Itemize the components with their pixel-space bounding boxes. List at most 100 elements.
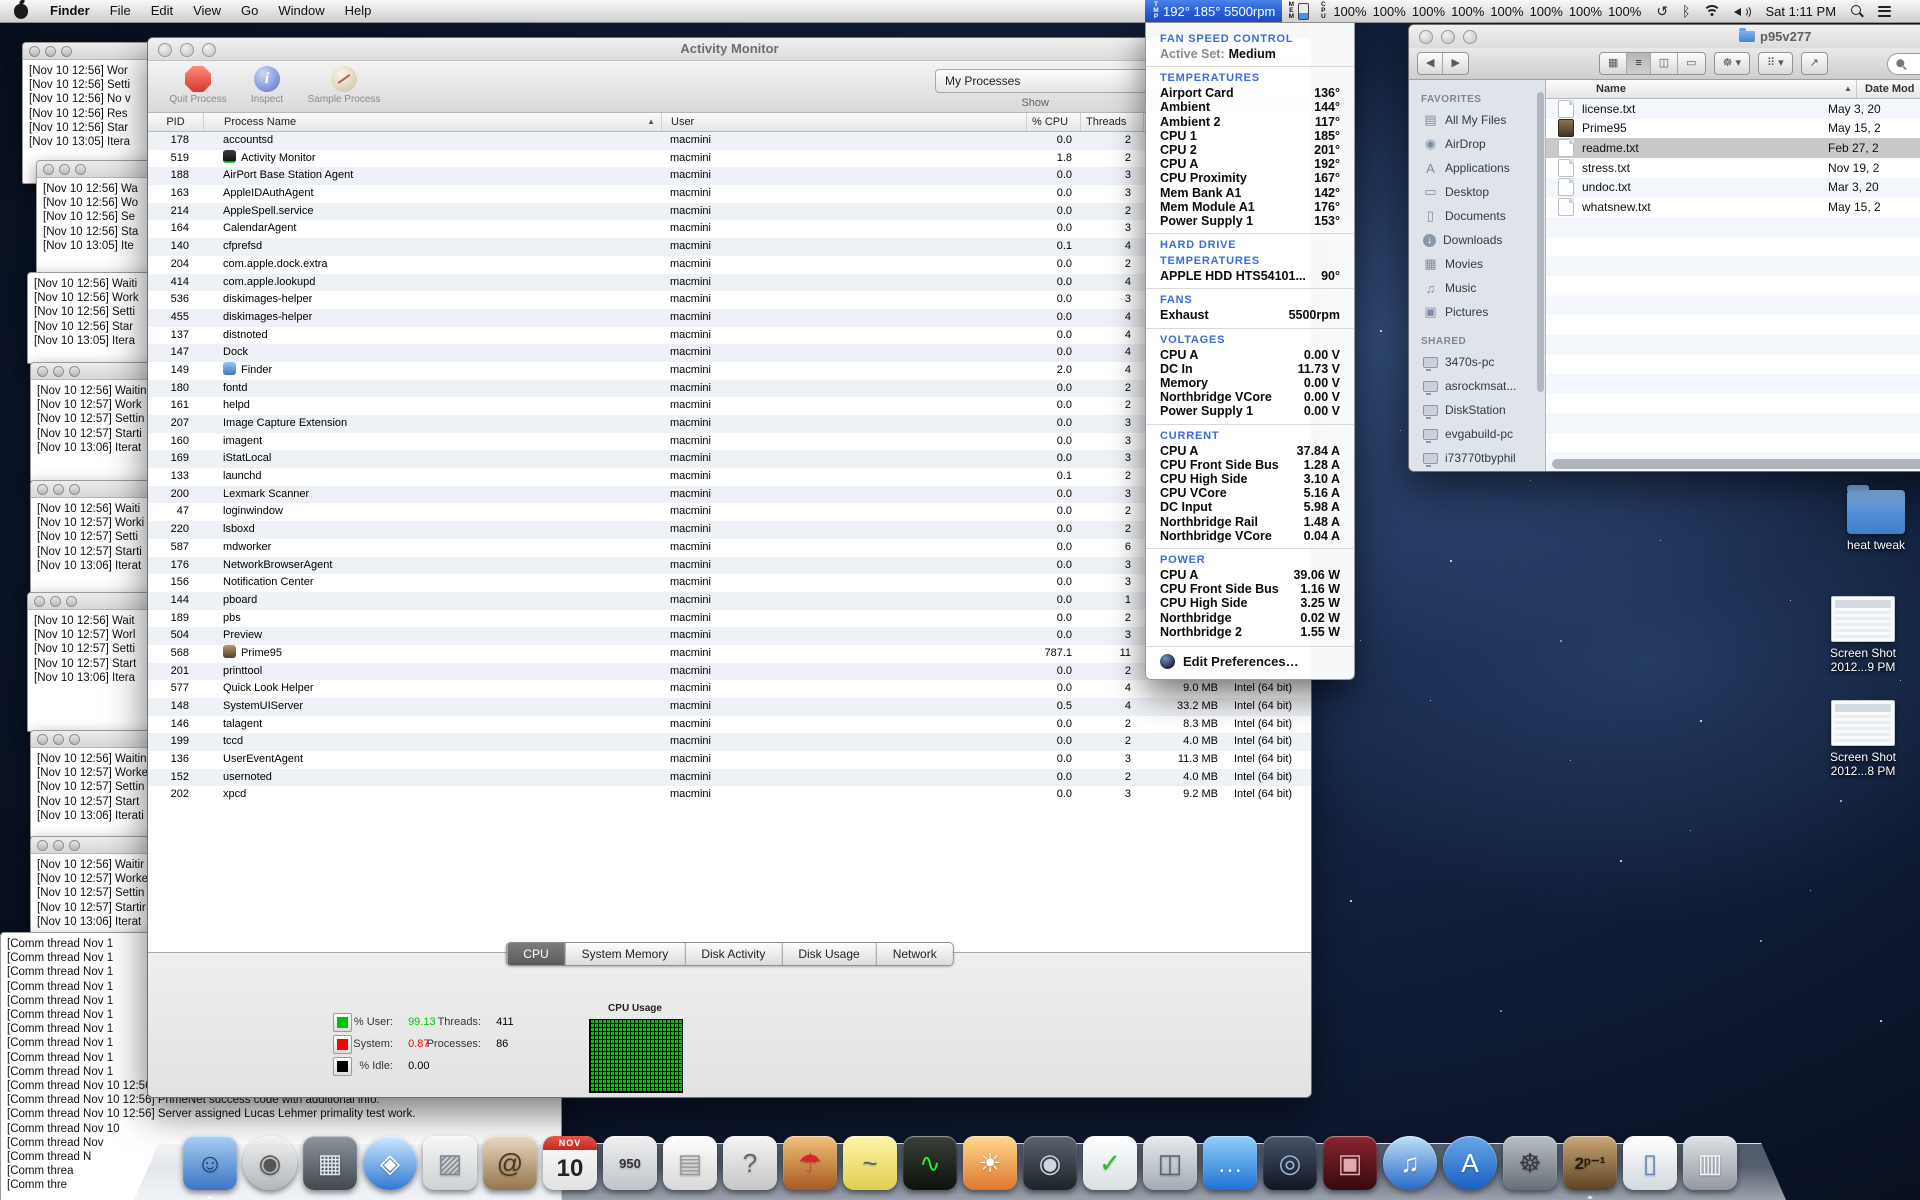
process-row[interactable]: 133 launchd macmini 0.1 2 [148,468,1311,486]
close-icon[interactable] [34,595,45,607]
process-row[interactable]: 148 SystemUIServer macmini 0.5 4 33.2 MB… [148,698,1311,716]
icon-view-button[interactable]: ▦ [1600,53,1626,74]
process-filter-dropdown[interactable]: My Processes [935,69,1161,93]
sidebar-item[interactable]: ▯ Documents [1409,204,1545,228]
sidebar-item[interactable]: ▣ Pictures [1409,300,1545,324]
menu-item[interactable]: View [183,0,231,22]
process-row[interactable]: 137 distnoted macmini 0.0 4 [148,327,1311,345]
forward-button[interactable]: ▶ [1442,53,1467,74]
edit-preferences-button[interactable]: Edit Preferences… [1146,646,1354,671]
sidebar-item[interactable]: A Applications [1409,156,1545,180]
stats-tab[interactable]: System Memory [564,943,685,965]
column-header-cpu[interactable]: % CPU [1026,113,1080,131]
dock-item[interactable]: ? [723,1136,777,1190]
zoom-icon[interactable] [69,365,80,377]
system-color-swatch[interactable] [333,1035,352,1054]
process-row[interactable]: 156 Notification Center macmini 0.0 3 [148,574,1311,592]
process-row[interactable]: 519 Activity Monitor macmini 1.8 2 [148,149,1311,168]
dock-item[interactable]: ▤ [663,1136,717,1190]
minimize-icon[interactable] [53,839,64,851]
process-row[interactable]: 189 pbs macmini 0.0 2 [148,610,1311,628]
close-icon[interactable] [37,733,48,745]
dock-item[interactable]: ☸ [1503,1136,1557,1190]
process-row[interactable]: 568 Prime95 macmini 787.1 11 [148,644,1311,663]
minimize-icon[interactable] [1441,30,1455,44]
fan-control-menu-extra[interactable]: TMP 192° 185° 5500rpm [1145,0,1283,22]
file-row[interactable]: readme.txt Feb 27, 2 [1546,138,1920,158]
process-row[interactable]: 188 AirPort Base Station Agent macmini 0… [148,167,1311,186]
column-header-threads[interactable]: Threads [1080,113,1143,131]
process-row[interactable]: 163 AppleIDAuthAgent macmini 0.0 3 [148,185,1311,203]
screenshot-file-icon[interactable] [1831,700,1895,746]
idle-color-swatch[interactable] [333,1057,352,1076]
inspect-button[interactable]: i Inspect [240,64,294,105]
process-row[interactable]: 146 talagent macmini 0.0 2 8.3 MB Intel … [148,716,1311,734]
zoom-icon[interactable] [1463,30,1477,44]
minimize-icon[interactable] [53,733,64,745]
wifi-icon[interactable] [1703,5,1722,17]
list-view-button[interactable]: ≡ [1626,53,1650,74]
column-header-pid[interactable]: PID [148,113,203,131]
dock-item[interactable]: ◉ [1023,1136,1077,1190]
minimize-icon[interactable] [53,483,64,495]
dock-item[interactable]: ☀ [963,1136,1017,1190]
menu-item[interactable]: Finder [40,0,100,22]
process-row[interactable]: 207 Image Capture Extension macmini 0.0 … [148,415,1311,433]
process-row[interactable]: 164 CalendarAgent macmini 0.0 3 [148,220,1311,238]
minimize-icon[interactable] [53,365,64,377]
coverflow-view-button[interactable]: ▭ [1677,53,1704,74]
arrange-icon[interactable]: ⠿ ▾ [1759,53,1792,74]
dock-item[interactable]: ◈ [363,1136,417,1190]
window-titlebar[interactable]: Activity Monitor [148,38,1311,61]
dock-item[interactable]: ◎ [1263,1136,1317,1190]
dock-item[interactable]: ∿ [903,1136,957,1190]
minimize-icon[interactable] [45,45,56,57]
column-header-date[interactable]: Date Mod [1856,80,1920,98]
minimize-icon[interactable] [59,163,70,175]
process-row[interactable]: 202 xpcd macmini 0.0 3 9.2 MB Intel (64 … [148,786,1311,804]
dock-item[interactable]: ▦ [303,1136,357,1190]
sample-process-button[interactable]: Sample Process [296,64,392,105]
stats-tab[interactable]: CPU [506,943,565,965]
close-icon[interactable] [37,365,48,377]
dock-item[interactable]: NOV 10 [543,1136,597,1190]
zoom-icon[interactable] [69,483,80,495]
folder-icon[interactable] [1847,485,1905,534]
file-row[interactable]: Prime95 May 15, 2 [1546,119,1920,139]
column-header-user[interactable]: User [661,113,1026,131]
active-set-row[interactable]: Active Set: Medium [1160,47,1340,61]
sidebar-item[interactable]: ▭ Desktop [1409,180,1545,204]
window-titlebar[interactable]: p95v277 [1409,25,1920,48]
menu-item[interactable]: Help [335,0,382,22]
process-row[interactable]: 149 Finder macmini 2.0 4 [148,361,1311,380]
sidebar-shared-item[interactable]: evgabuild-pc [1409,422,1545,446]
file-row[interactable]: license.txt May 3, 20 [1546,99,1920,119]
file-row[interactable]: undoc.txt Mar 3, 20 [1546,177,1920,197]
search-input[interactable] [1887,53,1920,75]
sidebar-shared-item[interactable]: 3470s-pc [1409,350,1545,374]
dock-item[interactable]: ~ [843,1136,897,1190]
close-icon[interactable] [1419,30,1433,44]
user-color-swatch[interactable] [333,1013,352,1032]
sidebar-item[interactable]: ◉ AirDrop [1409,132,1545,156]
process-row[interactable]: 536 diskimages-helper macmini 0.0 3 [148,291,1311,309]
sidebar-shared-item[interactable]: DiskStation [1409,398,1545,422]
process-row[interactable]: 214 AppleSpell.service macmini 0.0 2 [148,202,1311,221]
process-row[interactable]: 136 UserEventAgent macmini 0.0 3 11.3 MB… [148,751,1311,769]
horizontal-scrollbar[interactable] [1552,459,1920,469]
dock-item[interactable]: A [1443,1136,1497,1190]
volume-icon[interactable] [1734,5,1752,19]
close-icon[interactable] [37,483,48,495]
bluetooth-icon[interactable]: ᛒ [1682,0,1690,22]
menu-item[interactable]: Go [231,0,268,22]
zoom-icon[interactable] [61,45,72,57]
zoom-icon[interactable] [202,43,216,57]
file-row[interactable]: stress.txt Nov 19, 2 [1546,158,1920,178]
menu-item[interactable]: File [100,0,141,22]
column-header-name[interactable]: Name [1546,80,1856,98]
zoom-icon[interactable] [66,595,77,607]
process-row[interactable]: 152 usernoted macmini 0.0 2 4.0 MB Intel… [148,768,1311,787]
dock-item[interactable]: ▥ [1683,1136,1737,1190]
sidebar-item[interactable]: ▤ All My Files [1409,108,1545,132]
process-row[interactable]: 414 com.apple.lookupd macmini 0.0 4 [148,273,1311,292]
